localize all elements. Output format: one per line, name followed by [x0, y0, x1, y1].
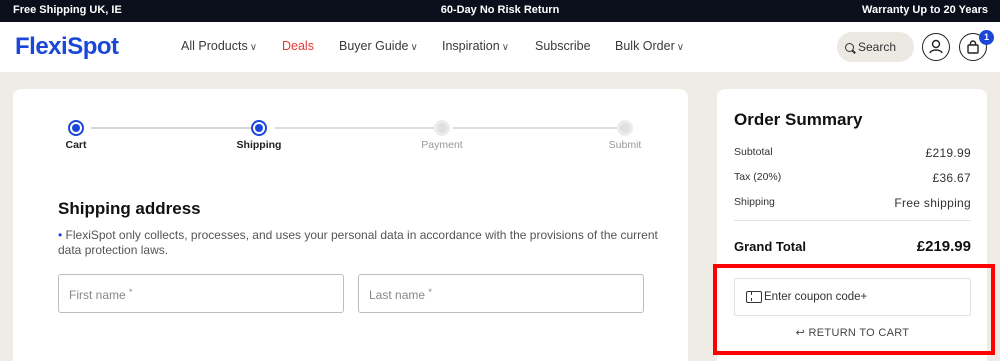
nav-label: Buyer Guide — [339, 39, 409, 53]
last-name-placeholder: Last name — [369, 288, 426, 302]
step-label-cart[interactable]: Cart — [36, 139, 116, 151]
warranty-text: Warranty Up to 20 Years — [862, 4, 988, 16]
tax-value: £36.67 — [932, 171, 971, 185]
step-dot-payment — [434, 120, 450, 136]
step-connector — [453, 127, 625, 129]
privacy-note-text: FlexiSpot only collects, processes, and … — [58, 228, 658, 257]
announcement-bar: Free Shipping UK, IE 60-Day No Risk Retu… — [0, 0, 1000, 22]
subtotal-label: Subtotal — [734, 146, 773, 158]
order-summary-title: Order Summary — [734, 110, 863, 129]
grand-total-value: £219.99 — [916, 238, 971, 255]
step-connector — [275, 127, 445, 129]
tax-label: Tax (20%) — [734, 171, 782, 183]
step-dot-submit — [617, 120, 633, 136]
summary-divider — [734, 220, 971, 221]
shipping-row: Shipping Free shipping — [734, 196, 971, 210]
nav-label: Bulk Order — [615, 39, 675, 53]
nav-bulk-order[interactable]: Bulk Order ∨ — [615, 39, 684, 53]
user-icon — [929, 39, 943, 54]
nav-buyer-guide[interactable]: Buyer Guide ∨ — [339, 39, 418, 53]
nav-label: Deals — [282, 39, 314, 53]
logo[interactable]: FlexiSpot — [15, 33, 119, 61]
nav-label: Inspiration — [442, 39, 500, 53]
nav-subscribe[interactable]: Subscribe — [535, 39, 591, 53]
tax-row: Tax (20%) £36.67 — [734, 171, 971, 185]
required-mark: * — [129, 287, 133, 297]
highlight-box — [713, 264, 995, 355]
shipping-label: Shipping — [734, 196, 775, 208]
nav-inspiration[interactable]: Inspiration ∨ — [442, 39, 509, 53]
first-name-placeholder: First name — [69, 288, 126, 302]
checkout-progress: Cart Shipping Payment Submit — [13, 89, 688, 159]
step-dot-shipping — [251, 120, 267, 136]
chevron-down-icon: ∨ — [249, 42, 258, 53]
nav-label: All Products — [181, 39, 248, 53]
last-name-field[interactable]: Last name * — [358, 274, 644, 313]
search-button[interactable]: Search — [837, 32, 914, 62]
shipping-address-title: Shipping address — [58, 199, 201, 218]
bullet-icon: • — [58, 228, 63, 242]
shipping-value: Free shipping — [894, 196, 971, 210]
required-mark: * — [428, 287, 432, 297]
nav-all-products[interactable]: All Products ∨ — [181, 39, 257, 53]
account-button[interactable] — [922, 33, 950, 61]
step-connector — [91, 127, 267, 129]
step-dot-cart — [68, 120, 84, 136]
search-label: Search — [858, 40, 897, 54]
site-header: FlexiSpot All Products ∨ Deals Buyer Guid… — [0, 22, 1000, 72]
subtotal-row: Subtotal £219.99 — [734, 146, 971, 160]
step-label-payment: Payment — [421, 139, 463, 151]
checkout-form-card: Cart Shipping Payment Submit Shipping ad… — [13, 89, 688, 361]
search-icon — [845, 43, 854, 52]
step-label-submit: Submit — [608, 139, 642, 151]
grand-total-label: Grand Total — [734, 239, 806, 254]
return-policy-text: 60-Day No Risk Return — [440, 4, 560, 16]
first-name-field[interactable]: First name * — [58, 274, 344, 313]
grand-total-row: Grand Total £219.99 — [734, 238, 971, 255]
nav-deals[interactable]: Deals — [282, 39, 314, 53]
nav-label: Subscribe — [535, 39, 591, 53]
chevron-down-icon: ∨ — [410, 42, 418, 53]
chevron-down-icon: ∨ — [676, 42, 685, 53]
step-label-shipping: Shipping — [236, 139, 282, 151]
cart-count-badge: 1 — [979, 30, 994, 45]
privacy-note: • FlexiSpot only collects, processes, an… — [58, 228, 658, 258]
subtotal-value: £219.99 — [925, 146, 971, 160]
chevron-down-icon: ∨ — [501, 42, 510, 53]
